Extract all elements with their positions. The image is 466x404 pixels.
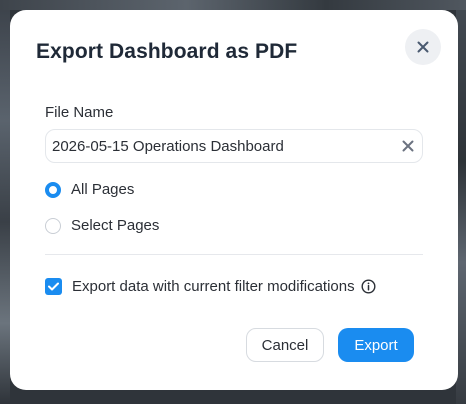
background-content-left [0,0,10,404]
clear-icon [402,140,414,152]
clear-file-name-button[interactable] [400,138,416,154]
filter-modifications-label: Export data with current filter modifica… [72,278,355,295]
checkmark-icon [48,282,59,291]
export-button[interactable]: Export [338,328,414,362]
filter-modifications-option: Export data with current filter modifica… [45,278,376,295]
info-icon[interactable] [361,279,376,294]
dialog-title: Export Dashboard as PDF [36,40,298,63]
export-pdf-dialog: Export Dashboard as PDF File Name All Pa… [10,10,458,390]
radio-all-pages-label: All Pages [71,181,135,198]
close-icon [417,41,429,53]
background-content-top [0,0,466,10]
divider [45,254,423,255]
file-name-field [45,129,423,163]
radio-all-pages-control[interactable] [45,181,61,198]
filter-modifications-checkbox[interactable] [45,278,62,295]
file-name-label: File Name [45,104,114,121]
radio-select-pages-label: Select Pages [71,217,160,234]
radio-select-pages-control[interactable] [45,217,61,234]
cancel-button[interactable]: Cancel [246,328,324,362]
file-name-input[interactable] [52,130,392,162]
close-button[interactable] [405,29,441,65]
radio-all-pages[interactable]: All Pages [45,181,134,198]
radio-select-pages[interactable]: Select Pages [45,217,159,234]
